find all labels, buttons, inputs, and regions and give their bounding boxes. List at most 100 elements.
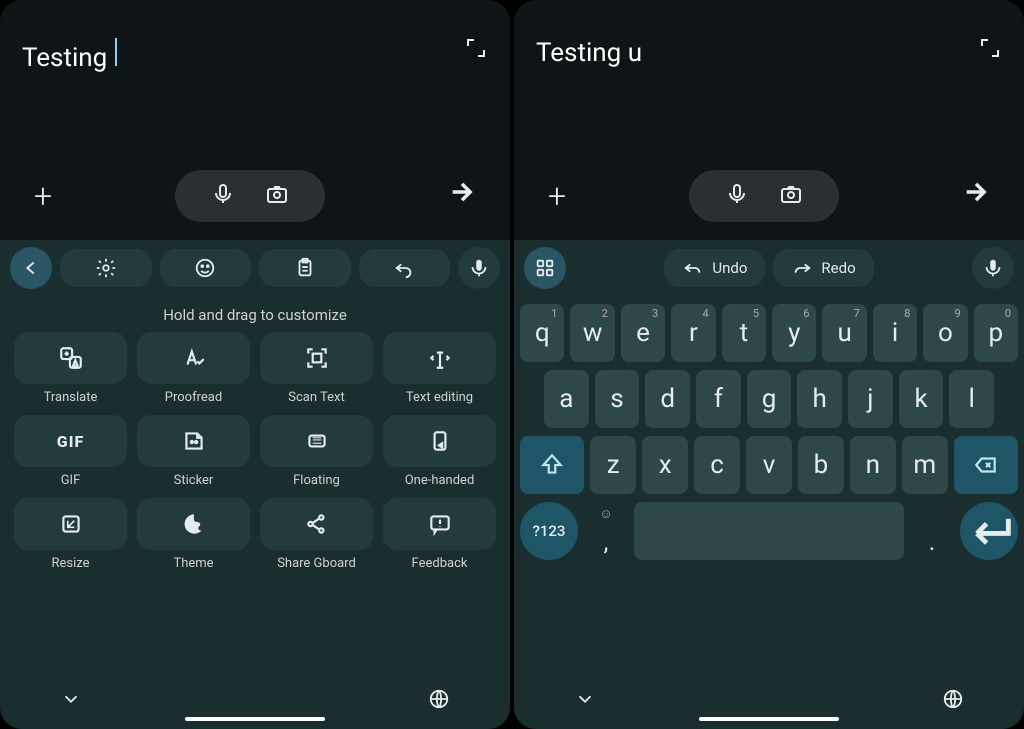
onehand-icon: [427, 428, 453, 454]
key-o[interactable]: o9: [923, 304, 967, 362]
key-f[interactable]: f: [696, 370, 741, 428]
add-button[interactable]: +: [34, 177, 52, 215]
mic-button[interactable]: [972, 247, 1014, 289]
globe-icon[interactable]: [428, 688, 450, 714]
key-z[interactable]: z: [590, 436, 636, 494]
screenshot-left: Testing +: [0, 0, 510, 729]
key-k[interactable]: k: [899, 370, 944, 428]
key-row-1: q1 w2 e3 r4 t5 y6 u7 i8 o9 p0: [520, 304, 1018, 362]
key-m[interactable]: m: [902, 436, 948, 494]
compose-row: +: [0, 170, 510, 222]
screenshot-right: Testing u +: [514, 0, 1024, 729]
key-e[interactable]: e3: [621, 304, 665, 362]
clipboard-button[interactable]: [259, 249, 351, 287]
expand-icon[interactable]: [978, 36, 1002, 60]
key-symbols[interactable]: ?123: [520, 502, 578, 560]
expand-icon[interactable]: [464, 36, 488, 60]
floating-icon: [304, 428, 330, 454]
key-c[interactable]: c: [694, 436, 740, 494]
globe-icon[interactable]: [942, 688, 964, 714]
key-l[interactable]: l: [949, 370, 994, 428]
key-row-2: a s d f g h j k l: [520, 370, 1018, 428]
key-r[interactable]: r4: [671, 304, 715, 362]
emoji-mini-icon: ☺: [599, 506, 612, 522]
key-w[interactable]: w2: [570, 304, 614, 362]
key-period[interactable]: .: [910, 502, 954, 560]
key-h[interactable]: h: [797, 370, 842, 428]
home-indicator[interactable]: [185, 717, 325, 721]
collapse-icon[interactable]: [60, 688, 82, 714]
customize-hint: Hold and drag to customize: [0, 296, 510, 332]
camera-icon[interactable]: [265, 182, 289, 210]
nav-bar: [514, 673, 1024, 729]
key-row-3: z x c v b n m: [520, 436, 1018, 494]
key-g[interactable]: g: [747, 370, 792, 428]
key-backspace[interactable]: [954, 436, 1018, 494]
tool-floating[interactable]: Floating: [260, 415, 373, 488]
key-enter[interactable]: [960, 502, 1018, 560]
qwerty-keyboard: q1 w2 e3 r4 t5 y6 u7 i8 o9 p0 a s d f g: [514, 296, 1024, 673]
redo-button[interactable]: Redo: [773, 249, 873, 287]
key-q[interactable]: q1: [520, 304, 564, 362]
key-a[interactable]: a: [544, 370, 589, 428]
key-space[interactable]: [634, 502, 904, 560]
key-u[interactable]: u7: [822, 304, 866, 362]
settings-button[interactable]: [60, 249, 152, 287]
shift-icon: [539, 452, 565, 478]
tool-theme[interactable]: Theme: [137, 498, 250, 571]
message-text: Testing: [22, 43, 107, 73]
tool-feedback[interactable]: Feedback: [383, 498, 496, 571]
home-indicator[interactable]: [699, 717, 839, 721]
tool-resize[interactable]: Resize: [14, 498, 127, 571]
key-row-4: ?123 ☺, .: [520, 502, 1018, 560]
key-y[interactable]: y6: [772, 304, 816, 362]
key-t[interactable]: t5: [722, 304, 766, 362]
key-s[interactable]: s: [595, 370, 640, 428]
translate-icon: [58, 345, 84, 371]
share-icon: [304, 511, 330, 537]
send-button[interactable]: [962, 178, 990, 214]
mic-camera-pill: [689, 170, 839, 222]
tool-proofread[interactable]: Proofread: [137, 332, 250, 405]
mic-icon[interactable]: [725, 182, 749, 210]
tool-gif[interactable]: GIF GIF: [14, 415, 127, 488]
mic-button[interactable]: [458, 247, 500, 289]
tool-sticker[interactable]: Sticker: [137, 415, 250, 488]
emoji-button[interactable]: [160, 249, 252, 287]
toolbar: [0, 240, 510, 296]
message-input-area: Testing u +: [514, 0, 1024, 240]
tool-textedit[interactable]: Text editing: [383, 332, 496, 405]
enter-icon: [960, 502, 1018, 560]
undo-button[interactable]: Undo: [664, 249, 765, 287]
gear-icon: [95, 257, 117, 279]
tool-translate[interactable]: Translate: [14, 332, 127, 405]
tool-scantext[interactable]: Scan Text: [260, 332, 373, 405]
tool-share[interactable]: Share Gboard: [260, 498, 373, 571]
key-d[interactable]: d: [645, 370, 690, 428]
key-comma[interactable]: ☺,: [584, 502, 628, 560]
key-p[interactable]: p0: [974, 304, 1018, 362]
camera-icon[interactable]: [779, 182, 803, 210]
back-button[interactable]: [10, 247, 52, 289]
mic-icon[interactable]: [211, 182, 235, 210]
key-v[interactable]: v: [746, 436, 792, 494]
tool-onehanded[interactable]: One-handed: [383, 415, 496, 488]
add-button[interactable]: +: [548, 177, 566, 215]
mic-icon: [982, 257, 1004, 279]
key-j[interactable]: j: [848, 370, 893, 428]
key-i[interactable]: i8: [873, 304, 917, 362]
key-shift[interactable]: [520, 436, 584, 494]
send-button[interactable]: [448, 178, 476, 214]
key-b[interactable]: b: [798, 436, 844, 494]
message-input[interactable]: Testing u: [536, 38, 642, 68]
message-input[interactable]: Testing: [22, 38, 117, 73]
emoji-icon: [194, 257, 216, 279]
key-n[interactable]: n: [850, 436, 896, 494]
scan-icon: [304, 345, 330, 371]
undo-button[interactable]: [359, 249, 451, 287]
collapse-icon[interactable]: [574, 688, 596, 714]
sticker-icon: [181, 428, 207, 454]
key-x[interactable]: x: [642, 436, 688, 494]
compose-row: +: [514, 170, 1024, 222]
apps-button[interactable]: [524, 247, 566, 289]
